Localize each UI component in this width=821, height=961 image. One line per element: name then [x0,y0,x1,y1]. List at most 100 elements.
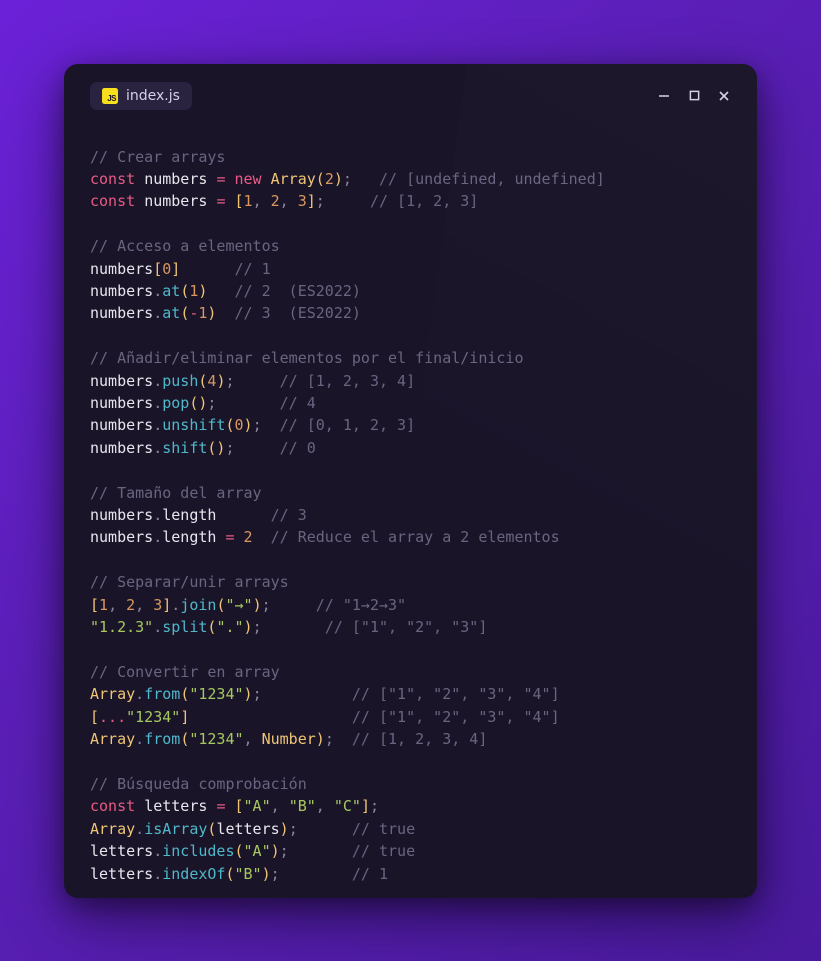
token-any [135,170,144,188]
token-func: pop [162,394,189,412]
token-func: at [162,282,180,300]
code-line: numbers.shift(); // 0 [90,437,731,459]
code-line: numbers[0] // 1 [90,258,731,280]
token-bracket: ( [225,865,234,883]
token-var: letters [90,865,153,883]
file-tab[interactable]: JS index.js [90,82,192,110]
token-var: numbers [90,282,153,300]
token-any [271,596,316,614]
token-bracket: () [189,394,207,412]
token-str: "1234" [189,685,243,703]
token-func: includes [162,842,234,860]
token-func: isArray [144,820,207,838]
token-comment: // 4 [280,394,316,412]
titlebar: JS index.js [90,82,731,110]
token-comment: // 0 [280,439,316,457]
token-bracket: ( [180,685,189,703]
token-punct: . [153,618,162,636]
token-keyword: const [90,192,135,210]
token-op: ... [99,708,126,726]
token-func: join [180,596,216,614]
token-any [216,506,270,524]
token-bracket: ) [244,618,253,636]
token-bracket: [ [90,708,99,726]
minimize-icon[interactable] [657,89,671,103]
token-bracket: ] [180,708,189,726]
token-comment: // ["1", "2", "3", "4"] [352,685,560,703]
code-line [90,750,731,772]
token-bracket: ) [244,416,253,434]
token-prop: length [162,506,216,524]
token-punct: . [153,865,162,883]
code-line: [..."1234"] // ["1", "2", "3", "4"] [90,706,731,728]
token-punct: , [280,192,298,210]
code-content[interactable]: // Crear arraysconst numbers = new Array… [90,146,731,885]
token-punct: . [135,685,144,703]
token-op: = [225,528,234,546]
token-any [280,865,352,883]
token-comment: // Tamaño del array [90,484,262,502]
token-num: 2 [126,596,135,614]
code-line: numbers.pop(); // 4 [90,392,731,414]
code-line: const numbers = new Array(2); // [undefi… [90,168,731,190]
token-punct: , [271,797,289,815]
token-any [189,708,352,726]
token-any [298,820,352,838]
token-str: "." [216,618,243,636]
token-func: unshift [162,416,225,434]
token-str: "A" [244,842,271,860]
token-bracket: ) [334,170,343,188]
token-comment: // [1, 2, 3, 4] [352,730,487,748]
token-prop: length [162,528,216,546]
token-bracket: [ [235,192,244,210]
token-num: 2 [271,192,280,210]
token-comment: // Reduce el array a 2 elementos [271,528,560,546]
token-bracket: [ [153,260,162,278]
token-str: "C" [334,797,361,815]
token-any [262,618,325,636]
token-bracket: ( [316,170,325,188]
code-line: "1.2.3".split("."); // ["1", "2", "3"] [90,616,731,638]
code-line: // Tamaño del array [90,482,731,504]
token-punct: ; [225,372,234,390]
token-bracket: ] [361,797,370,815]
token-str: "1234" [126,708,180,726]
token-bracket: ] [307,192,316,210]
token-any [135,797,144,815]
token-keyword: const [90,170,135,188]
token-str: "1.2.3" [90,618,153,636]
token-var: numbers [144,170,207,188]
token-comment: // Búsqueda comprobación [90,775,307,793]
token-var: numbers [90,372,153,390]
token-str: "1234" [189,730,243,748]
close-icon[interactable] [717,89,731,103]
code-line: [1, 2, 3].join("→"); // "1→2→3" [90,594,731,616]
token-punct: ; [316,192,325,210]
token-str: "→" [225,596,252,614]
maximize-icon[interactable] [687,89,701,103]
token-any [352,170,379,188]
token-punct: , [244,730,262,748]
token-func: indexOf [162,865,225,883]
token-punct: . [153,304,162,322]
token-bracket: [ [235,797,244,815]
token-any [289,842,352,860]
token-comment: // Acceso a elementos [90,237,280,255]
code-line: numbers.at(-1) // 3 (ES2022) [90,302,731,324]
token-punct: , [135,596,153,614]
token-comment: // 3 (ES2022) [235,304,361,322]
token-class: Array [90,820,135,838]
token-comment: // 3 [271,506,307,524]
token-bracket: ( [180,282,189,300]
code-line [90,325,731,347]
code-line: // Separar/unir arrays [90,571,731,593]
code-line: // Crear arrays [90,146,731,168]
token-any [262,416,280,434]
token-var: numbers [90,260,153,278]
token-punct: ; [370,797,379,815]
token-comment: // true [352,820,415,838]
js-file-icon: JS [102,88,118,104]
token-any [253,528,271,546]
code-line: letters.includes("A"); // true [90,840,731,862]
token-comment: // Añadir/eliminar elementos por el fina… [90,349,523,367]
